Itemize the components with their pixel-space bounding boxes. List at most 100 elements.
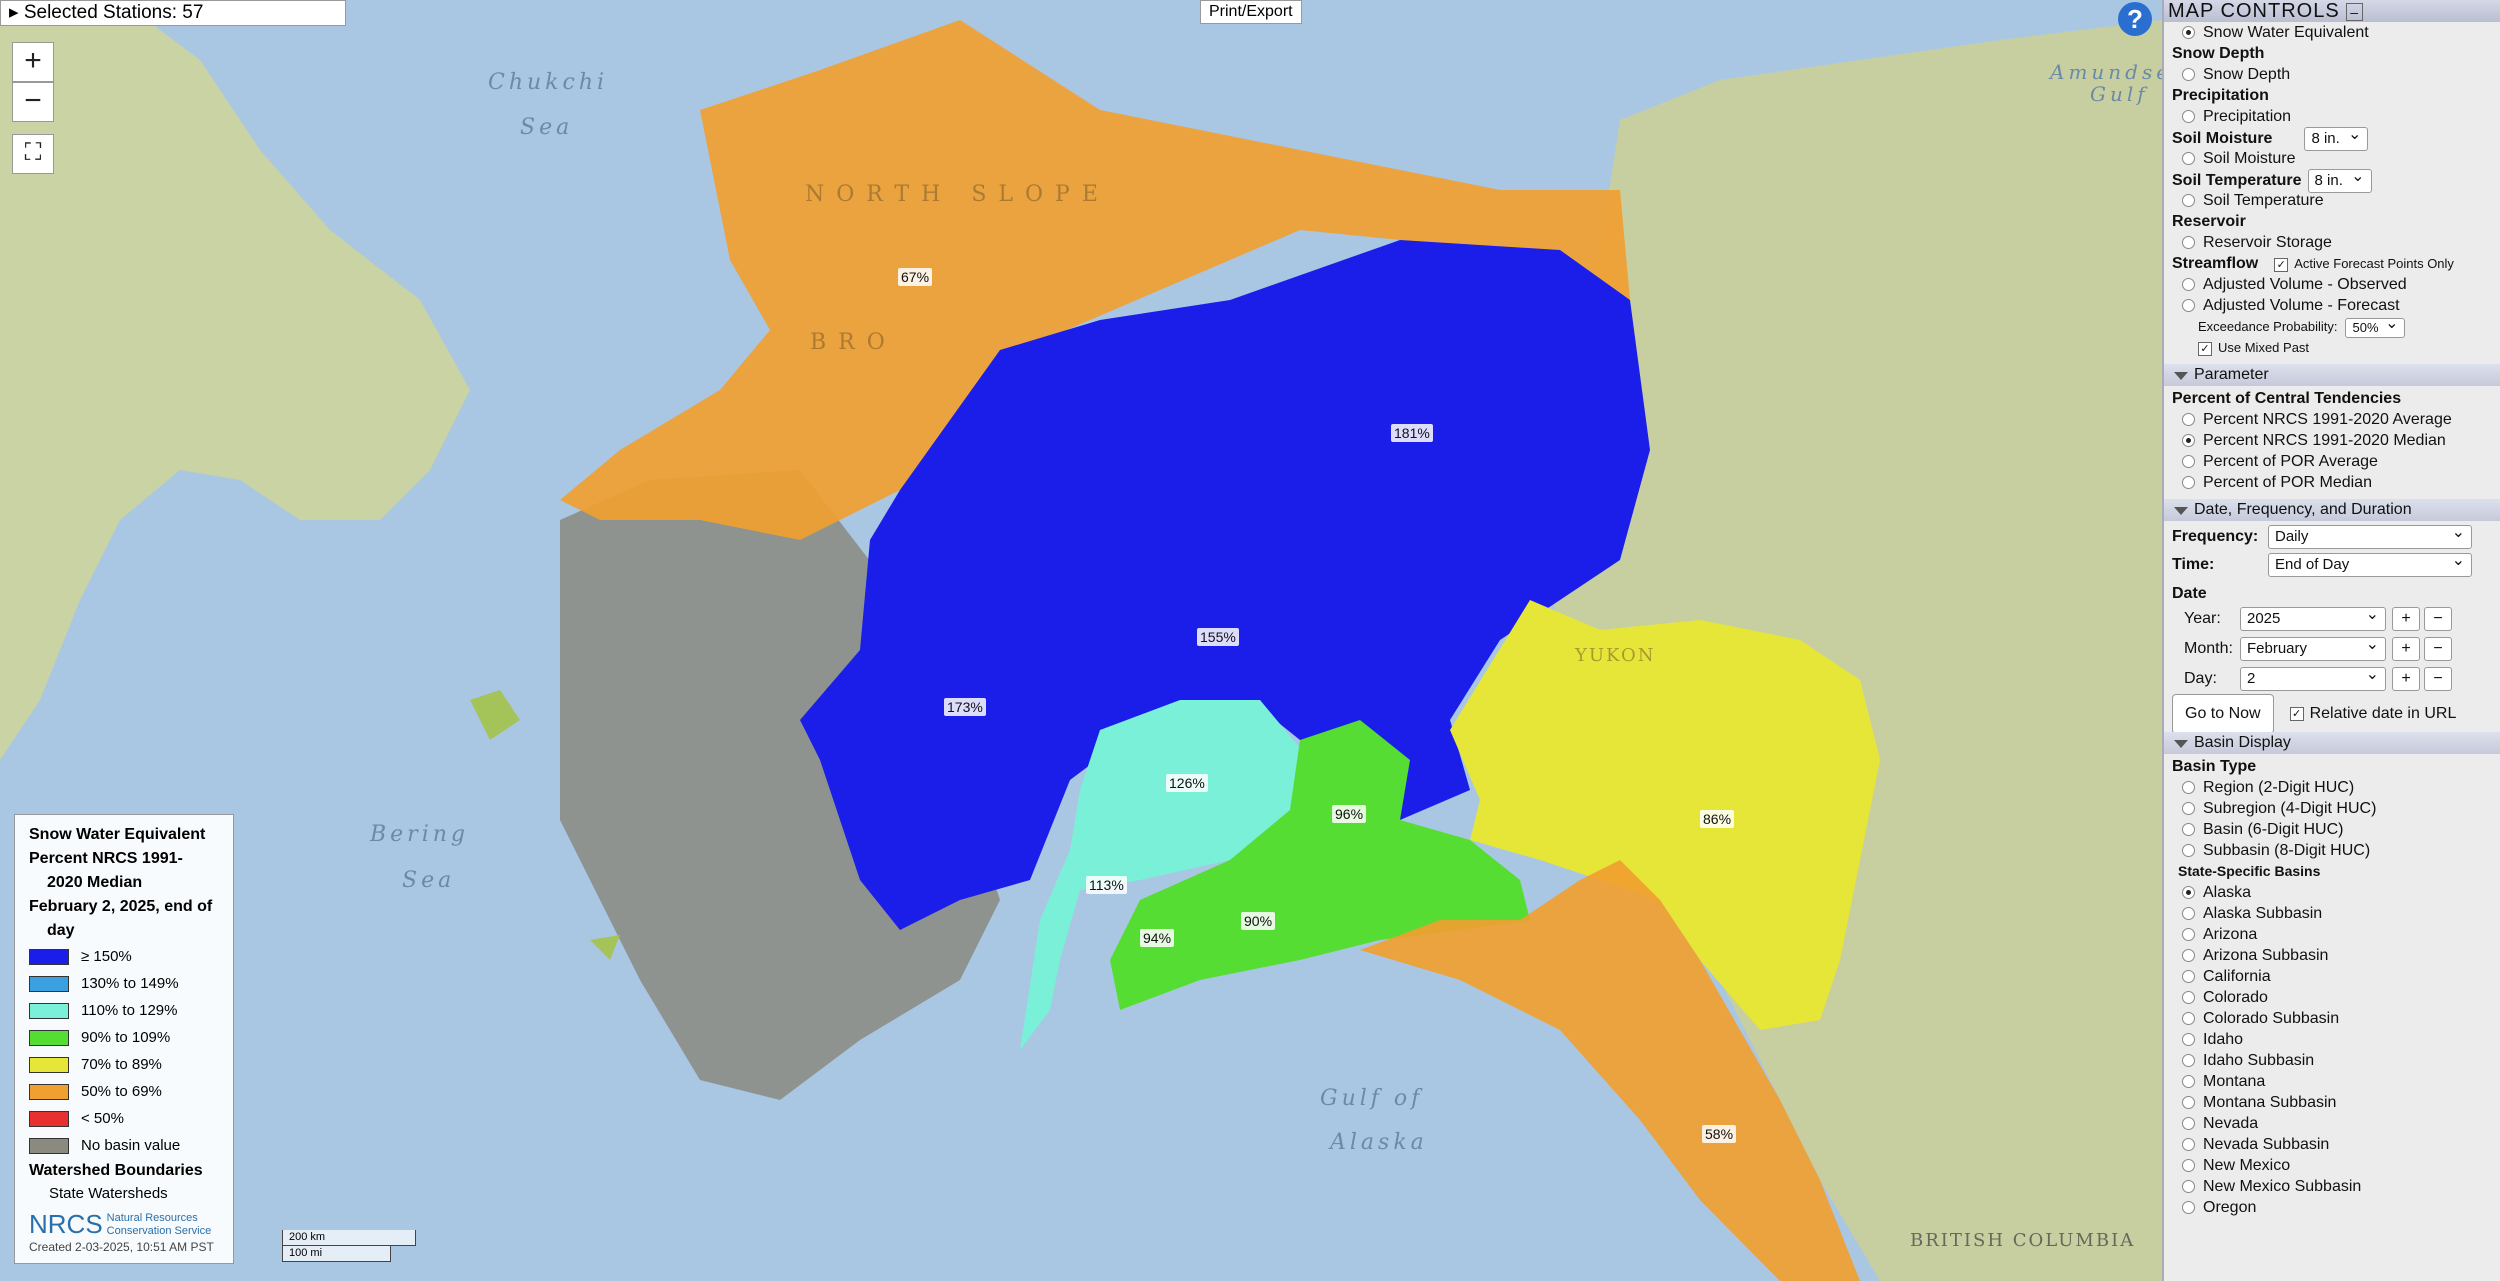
active-forecast-checkbox[interactable]: ✓ Active Forecast Points Only (2274, 256, 2454, 272)
radio-icon[interactable] (2182, 802, 2195, 816)
collapse-icon[interactable]: – (2346, 3, 2364, 21)
year-select[interactable]: 2025 (2240, 604, 2386, 631)
radio-icon[interactable] (2182, 1054, 2195, 1068)
radio-icon[interactable] (2182, 781, 2195, 795)
heading-state-specific: State-Specific Basins (2178, 863, 2321, 879)
time-select[interactable]: End of Day (2268, 550, 2472, 577)
radio-icon[interactable] (2182, 1201, 2195, 1215)
option-state-basin[interactable]: Arizona Subbasin (2164, 945, 2500, 966)
selected-stations-bar[interactable]: ▸ Selected Stations: 57 (0, 0, 346, 26)
radio-icon[interactable] (2182, 26, 2195, 40)
scale-mi: 100 mi (282, 1246, 391, 1262)
radio-icon[interactable] (2182, 1117, 2195, 1131)
option-param[interactable]: Percent NRCS 1991-2020 Average (2164, 409, 2500, 430)
fullscreen-button[interactable]: ⛶ (12, 134, 54, 174)
mixed-past-checkbox[interactable]: ✓ Use Mixed Past (2164, 337, 2500, 358)
soil-moisture-depth-select[interactable]: 8 in. (2304, 124, 2369, 151)
radio-icon[interactable] (2182, 823, 2195, 837)
option-state-basin[interactable]: Montana (2164, 1071, 2500, 1092)
radio-icon[interactable] (2182, 278, 2195, 292)
option-basin-type[interactable]: Basin (6-Digit HUC) (2164, 819, 2500, 840)
option-state-basin[interactable]: Nevada (2164, 1113, 2500, 1134)
option-adj-forecast[interactable]: Adjusted Volume - Forecast (2164, 295, 2500, 316)
radio-icon[interactable] (2182, 68, 2195, 82)
option-soil-temp[interactable]: Soil Temperature (2164, 190, 2500, 211)
option-precip[interactable]: Precipitation (2164, 106, 2500, 127)
radio-icon[interactable] (2182, 236, 2195, 250)
option-adj-observed[interactable]: Adjusted Volume - Observed (2164, 274, 2500, 295)
radio-icon[interactable] (2182, 434, 2195, 448)
option-state-basin[interactable]: Idaho Subbasin (2164, 1050, 2500, 1071)
option-state-basin[interactable]: Colorado (2164, 987, 2500, 1008)
zoom-in-button[interactable]: + (12, 42, 54, 82)
option-swe[interactable]: Snow Water Equivalent (2164, 22, 2500, 43)
radio-icon[interactable] (2182, 1096, 2195, 1110)
radio-icon[interactable] (2182, 476, 2195, 490)
option-state-basin[interactable]: California (2164, 966, 2500, 987)
radio-icon[interactable] (2182, 1159, 2195, 1173)
soil-temp-depth-select[interactable]: 8 in. (2307, 166, 2372, 193)
day-plus-button[interactable]: + (2392, 666, 2420, 691)
radio-icon[interactable] (2182, 949, 2195, 963)
radio-icon[interactable] (2182, 886, 2195, 900)
map-view[interactable]: Chukchi Sea Bering Sea Gulf of Alaska Am… (0, 0, 2162, 1281)
month-minus-button[interactable]: − (2424, 636, 2452, 661)
day-select[interactable]: 2 (2240, 664, 2386, 691)
radio-icon[interactable] (2182, 1075, 2195, 1089)
legend-date: February 2, 2025, end of (29, 898, 213, 915)
month-select[interactable]: February (2240, 634, 2386, 661)
option-basin-type[interactable]: Region (2-Digit HUC) (2164, 777, 2500, 798)
frequency-select[interactable]: Daily (2268, 522, 2472, 549)
option-state-basin[interactable]: New Mexico Subbasin (2164, 1176, 2500, 1197)
help-icon[interactable]: ? (2118, 2, 2152, 36)
option-state-basin[interactable]: Alaska Subbasin (2164, 903, 2500, 924)
basin-pct-label: 86% (1700, 810, 1735, 828)
radio-icon[interactable] (2182, 110, 2195, 124)
radio-icon[interactable] (2182, 413, 2195, 427)
option-state-basin[interactable]: Alaska (2164, 882, 2500, 903)
option-basin-type[interactable]: Subregion (4-Digit HUC) (2164, 798, 2500, 819)
radio-icon[interactable] (2182, 455, 2195, 469)
radio-icon[interactable] (2182, 1180, 2195, 1194)
radio-icon[interactable] (2182, 844, 2195, 858)
option-param[interactable]: Percent of POR Median (2164, 472, 2500, 493)
section-date[interactable]: Date, Frequency, and Duration (2164, 499, 2500, 521)
section-basin-display[interactable]: Basin Display (2164, 732, 2500, 754)
year-minus-button[interactable]: − (2424, 606, 2452, 631)
option-soil-moisture[interactable]: Soil Moisture (2164, 148, 2500, 169)
day-minus-button[interactable]: − (2424, 666, 2452, 691)
print-export-button[interactable]: Print/Export (1200, 0, 1302, 24)
option-basin-type[interactable]: Subbasin (8-Digit HUC) (2164, 840, 2500, 861)
option-param[interactable]: Percent NRCS 1991-2020 Median (2164, 430, 2500, 451)
option-snow-depth[interactable]: Snow Depth (2164, 64, 2500, 85)
radio-icon[interactable] (2182, 152, 2195, 166)
option-param[interactable]: Percent of POR Average (2164, 451, 2500, 472)
radio-icon[interactable] (2182, 907, 2195, 921)
radio-icon[interactable] (2182, 970, 2195, 984)
radio-icon[interactable] (2182, 194, 2195, 208)
option-state-basin[interactable]: Oregon (2164, 1197, 2500, 1218)
option-state-basin[interactable]: Arizona (2164, 924, 2500, 945)
radio-icon[interactable] (2182, 991, 2195, 1005)
option-state-basin[interactable]: Nevada Subbasin (2164, 1134, 2500, 1155)
scale-km: 200 km (282, 1230, 416, 1246)
go-to-now-button[interactable]: Go to Now (2172, 694, 2274, 734)
expand-icon[interactable]: ▸ (9, 2, 24, 23)
option-state-basin[interactable]: Montana Subbasin (2164, 1092, 2500, 1113)
radio-icon[interactable] (2182, 299, 2195, 313)
radio-icon[interactable] (2182, 1012, 2195, 1026)
radio-icon[interactable] (2182, 1033, 2195, 1047)
exceedance-select[interactable]: 50% (2345, 315, 2406, 338)
section-parameter[interactable]: Parameter (2164, 364, 2500, 386)
radio-icon[interactable] (2182, 1138, 2195, 1152)
radio-icon[interactable] (2182, 928, 2195, 942)
month-plus-button[interactable]: + (2392, 636, 2420, 661)
option-state-basin[interactable]: New Mexico (2164, 1155, 2500, 1176)
legend-item: < 50% (29, 1105, 219, 1132)
option-state-basin[interactable]: Idaho (2164, 1029, 2500, 1050)
option-reservoir[interactable]: Reservoir Storage (2164, 232, 2500, 253)
option-state-basin[interactable]: Colorado Subbasin (2164, 1008, 2500, 1029)
zoom-out-button[interactable]: − (12, 82, 54, 122)
relative-date-checkbox[interactable]: ✓ Relative date in URL (2289, 705, 2456, 722)
year-plus-button[interactable]: + (2392, 606, 2420, 631)
